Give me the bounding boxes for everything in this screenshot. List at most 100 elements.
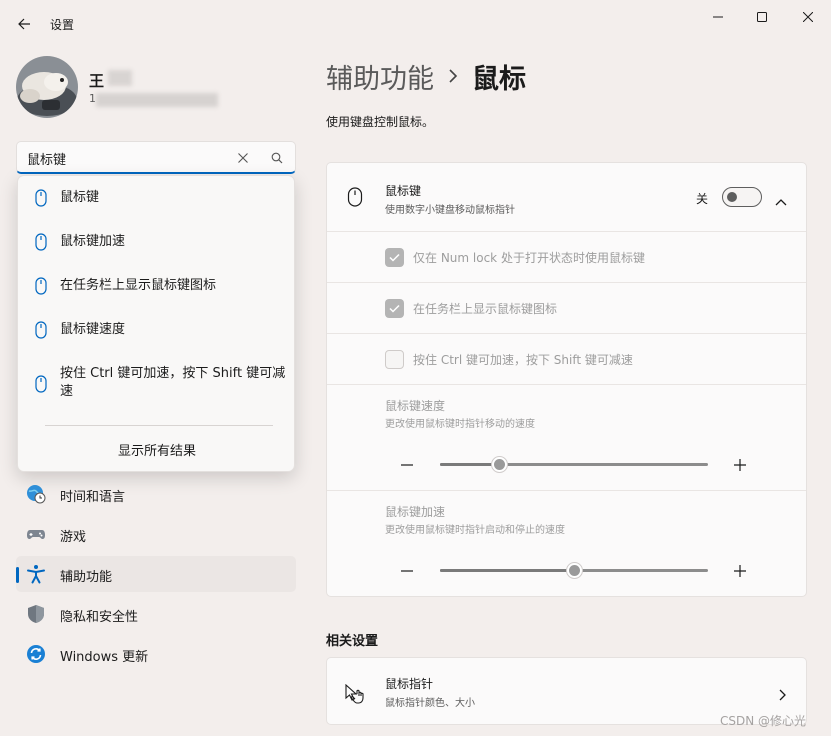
mouse-icon [35, 233, 47, 251]
speed-increase-button[interactable] [732, 457, 748, 473]
mouse-icon [347, 187, 363, 207]
acceleration-title: 鼠标键加速 [385, 505, 446, 519]
nav-item-gaming[interactable]: 游戏 [16, 516, 296, 552]
acceleration-increase-button[interactable] [732, 563, 748, 579]
ctrl-shift-checkbox[interactable] [385, 350, 404, 369]
pointer-icon [345, 684, 364, 704]
suggestion-label: 在任务栏上显示鼠标键图标 [60, 278, 217, 293]
numlock-checkbox[interactable] [385, 248, 404, 267]
mouse-keys-card: 鼠标键 使用数字小键盘移动鼠标指针 关 仅在 Num lock 处于打开状态时使… [326, 162, 807, 597]
suggestion-item[interactable]: 鼠标键加速 [18, 228, 296, 256]
nav-item-windows-update[interactable]: Windows 更新 [16, 636, 296, 672]
user-name: 王 [89, 72, 105, 90]
minimize-icon [713, 16, 723, 18]
speed-title: 鼠标键速度 [385, 399, 446, 413]
avatar[interactable] [16, 56, 78, 118]
nav-item-time-language[interactable]: 时间和语言 [16, 476, 296, 512]
maximize-button[interactable] [740, 4, 784, 30]
acceleration-subtitle: 更改使用鼠标键时指针启动和停止的速度 [385, 525, 565, 536]
accessibility-icon [27, 565, 45, 584]
watermark: CSDN @修心光 [720, 714, 807, 728]
nav-label: 辅助功能 [60, 570, 113, 585]
suggestion-item[interactable]: 鼠标键速度 [18, 316, 296, 344]
suggestion-label: 按住 Ctrl 键可加速，按下 Shift 键可减速 [60, 366, 286, 399]
chevron-right-icon [779, 686, 787, 705]
globe-clock-icon [27, 485, 46, 504]
page-title: 鼠标 [472, 63, 526, 95]
speed-decrease-button[interactable] [399, 457, 415, 473]
maximize-icon [757, 12, 767, 22]
nav-label: 游戏 [60, 530, 87, 545]
divider [45, 425, 273, 426]
show-all-results-button[interactable]: 显示所有结果 [18, 440, 296, 459]
toggle-state-label: 关 [696, 192, 709, 206]
redacted-name [108, 70, 132, 86]
plus-icon [734, 459, 746, 471]
mouse-keys-toggle[interactable] [722, 187, 762, 207]
mouse-icon [35, 277, 47, 295]
search-box[interactable] [16, 141, 296, 174]
checkmark-icon [389, 253, 400, 262]
toggle-knob [727, 192, 737, 202]
chevron-right-icon [448, 69, 458, 83]
close-button[interactable] [786, 4, 830, 30]
search-button[interactable] [267, 148, 287, 168]
breadcrumb: 辅助功能 鼠标 [326, 56, 526, 96]
chevron-up-icon[interactable] [775, 191, 787, 210]
suggestion-item[interactable]: 鼠标键 [18, 184, 296, 212]
nav-label: 隐私和安全性 [60, 610, 139, 625]
taskbar-icon-checkbox[interactable] [385, 299, 404, 318]
speed-slider-thumb[interactable] [491, 456, 508, 473]
update-icon [27, 645, 45, 663]
slider-fill [440, 569, 574, 572]
avatar-photo [16, 56, 78, 118]
mouse-keys-header[interactable]: 鼠标键 使用数字小键盘移动鼠标指针 关 [327, 163, 806, 231]
shield-icon [28, 605, 44, 623]
nav-label: 时间和语言 [60, 490, 126, 505]
mouse-pointer-subtitle: 鼠标指针颜色、大小 [385, 698, 475, 709]
divider [327, 231, 806, 232]
suggestion-label: 鼠标键加速 [60, 234, 126, 249]
clear-search-button[interactable] [233, 148, 253, 168]
suggestion-item[interactable]: 在任务栏上显示鼠标键图标 [18, 272, 296, 300]
suggestion-label: 鼠标键 [60, 190, 100, 205]
mouse-icon [35, 189, 47, 207]
nav-item-privacy[interactable]: 隐私和安全性 [16, 596, 296, 632]
minimize-button[interactable] [696, 4, 740, 30]
mouse-icon [35, 321, 47, 339]
app-title: 设置 [50, 18, 75, 32]
search-icon [271, 152, 283, 164]
user-email: 1 [89, 92, 96, 105]
divider [327, 384, 806, 385]
mouse-icon [35, 375, 47, 393]
acceleration-slider[interactable] [440, 562, 708, 579]
back-button[interactable] [10, 10, 38, 38]
suggestion-label: 鼠标键速度 [60, 322, 126, 337]
suggestion-item[interactable]: 按住 Ctrl 键可加速，按下 Shift 键可减速 [18, 362, 296, 406]
search-suggestions: 鼠标键 鼠标键加速 在任务栏上显示鼠标键图标 鼠标键速度 按住 Ctrl 键可加… [17, 175, 295, 472]
breadcrumb-parent[interactable]: 辅助功能 [326, 57, 434, 96]
acceleration-decrease-button[interactable] [399, 563, 415, 579]
arrow-left-icon [18, 18, 30, 30]
plus-icon [734, 565, 746, 577]
title-bar: 设置 [0, 0, 831, 46]
divider [327, 333, 806, 334]
mouse-pointer-title: 鼠标指针 [385, 677, 434, 691]
nav-item-accessibility[interactable]: 辅助功能 [16, 556, 296, 592]
redacted-email [96, 93, 218, 107]
speed-slider[interactable] [440, 456, 708, 473]
minus-icon [401, 464, 413, 466]
numlock-label: 仅在 Num lock 处于打开状态时使用鼠标键 [413, 251, 645, 265]
speed-subtitle: 更改使用鼠标键时指针移动的速度 [385, 419, 535, 430]
close-icon [803, 12, 813, 22]
divider [327, 282, 806, 283]
search-input[interactable] [27, 148, 227, 168]
taskbar-icon-label: 在任务栏上显示鼠标键图标 [413, 302, 558, 316]
minus-icon [401, 570, 413, 572]
mouse-keys-subtitle: 使用数字小键盘移动鼠标指针 [385, 205, 515, 216]
active-indicator [16, 567, 19, 583]
acceleration-slider-thumb[interactable] [566, 562, 583, 579]
mouse-keys-title: 鼠标键 [385, 184, 422, 198]
ctrl-shift-label: 按住 Ctrl 键可加速，按下 Shift 键可减速 [413, 353, 633, 367]
gamepad-icon [27, 530, 45, 539]
